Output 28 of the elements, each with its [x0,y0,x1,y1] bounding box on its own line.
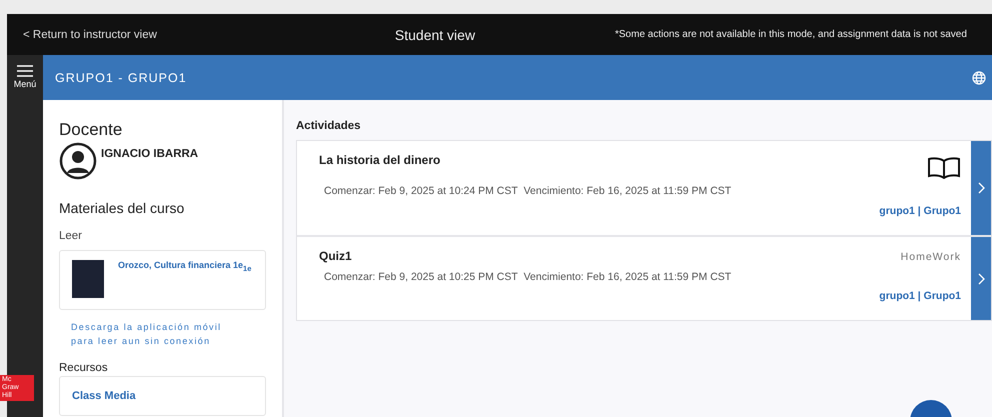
activity-title[interactable]: La historia del dinero [319,153,440,167]
user-avatar-icon [59,142,97,180]
chevron-right-icon [978,182,984,194]
globe-icon[interactable] [972,70,986,84]
group-link[interactable]: grupo1 | Grupo1 [879,290,961,302]
book-cover-placeholder [72,260,104,298]
resources-label: Recursos [59,362,109,374]
open-book-icon [927,157,961,179]
menu-icon [16,65,33,77]
group-link[interactable]: grupo1 | Grupo1 [879,205,961,217]
materials-heading: Materiales del curso [59,200,186,216]
resource-link[interactable]: Class Media [72,390,136,402]
view-title: Student view [394,26,476,42]
instructor-name: IGNACIO IBARRA [101,148,198,162]
activity-dates: Comenzar: Feb 9, 2025 at 10:25 PM CST Vencimiento: Feb 16, 2025 at 11:59 PM CST [324,271,732,283]
instructor-heading: Docente [59,120,124,140]
course-title: GRUPO1 - GRUPO1 [55,70,187,84]
book-link[interactable]: Orozco, Cultura financiera 1e$_{1e}$ [118,260,252,300]
read-label: Leer [59,230,84,242]
app-download-link[interactable]: Descarga la aplicación móvil para leer aun sin conexión [71,320,231,348]
activity-dates: Comenzar: Feb 9, 2025 at 10:24 PM CST Vencimiento: Feb 16, 2025 at 11:59 PM CST [324,185,732,197]
chevron-right-icon [978,272,984,284]
activity-type: HomeWork [900,251,961,263]
activity-title[interactable]: Quiz1 [319,249,352,263]
activities-heading: Actividades [296,120,362,132]
mode-notice: *Some actions are not available in this mode, and assignment data is not saved [615,29,967,40]
return-link[interactable]: < Return to instructor view [23,28,223,40]
menu-button[interactable]: Menú [14,65,36,89]
